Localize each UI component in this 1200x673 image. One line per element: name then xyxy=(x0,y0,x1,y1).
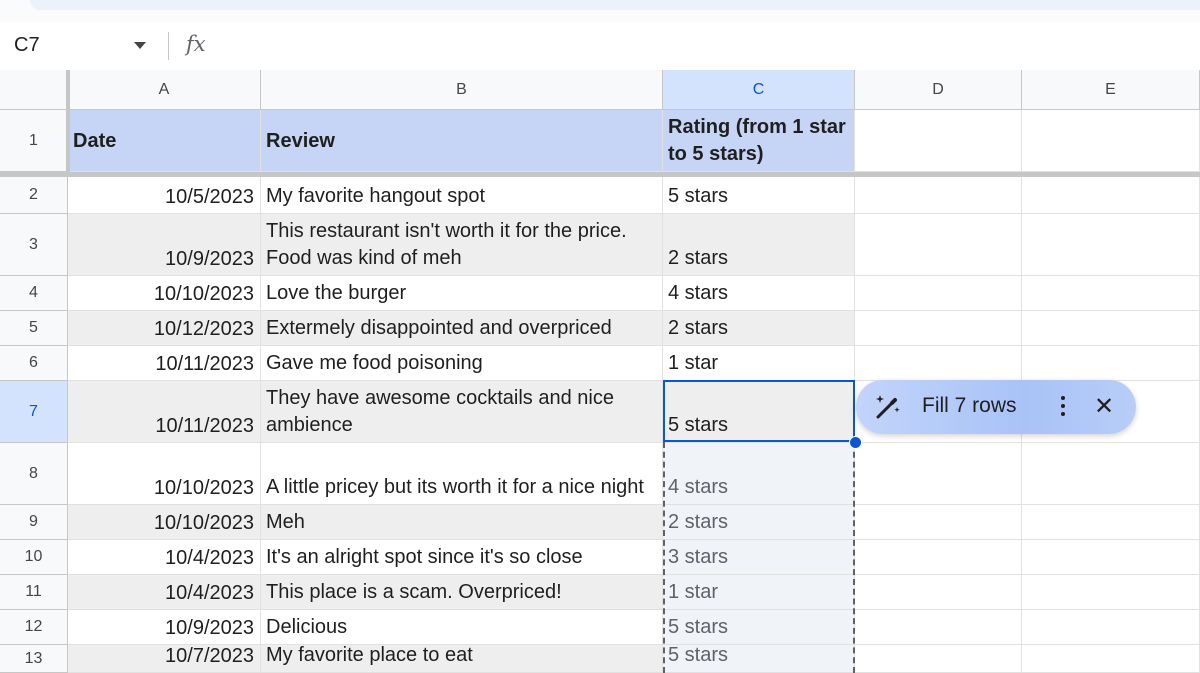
row-header-12[interactable]: 12 xyxy=(0,610,68,645)
cell-d2[interactable] xyxy=(855,177,1022,214)
rating-cell[interactable]: 4 stars xyxy=(663,276,855,311)
rating-cell[interactable]: 5 stars xyxy=(663,610,855,645)
cell-e12[interactable] xyxy=(1022,610,1200,645)
date-cell[interactable]: 10/10/2023 xyxy=(68,443,261,505)
date-cell[interactable]: 10/4/2023 xyxy=(68,575,261,610)
rating-cell[interactable]: 5 stars xyxy=(663,645,855,673)
row-header-4[interactable]: 4 xyxy=(0,276,68,311)
active-cell-selection[interactable] xyxy=(663,380,855,442)
magic-wand-icon xyxy=(876,395,900,419)
date-cell[interactable]: 10/4/2023 xyxy=(68,540,261,575)
date-cell[interactable]: 10/9/2023 xyxy=(68,214,261,276)
review-cell[interactable]: My favorite place to eat xyxy=(261,645,663,673)
date-cell[interactable]: 10/7/2023 xyxy=(68,645,261,673)
row-header-3[interactable]: 3 xyxy=(0,214,68,276)
rating-cell[interactable]: 4 stars xyxy=(663,443,855,505)
date-cell[interactable]: 10/9/2023 xyxy=(68,610,261,645)
cell-d4[interactable] xyxy=(855,276,1022,311)
cell-d8[interactable] xyxy=(855,443,1022,505)
rating-cell[interactable]: 1 star xyxy=(663,346,855,381)
rating-cell[interactable]: 1 star xyxy=(663,575,855,610)
cell-e9[interactable] xyxy=(1022,505,1200,540)
review-cell[interactable]: Extermely disappointed and overpriced xyxy=(261,311,663,346)
row-header-9[interactable]: 9 xyxy=(0,505,68,540)
review-cell[interactable]: My favorite hangout spot xyxy=(261,177,663,214)
cell-d9[interactable] xyxy=(855,505,1022,540)
date-cell[interactable]: 10/11/2023 xyxy=(68,381,261,443)
row-header-8[interactable]: 8 xyxy=(0,443,68,505)
cell-e4[interactable] xyxy=(1022,276,1200,311)
cell-e3[interactable] xyxy=(1022,214,1200,276)
select-all-corner[interactable] xyxy=(0,70,68,110)
row-header-1[interactable]: 1 xyxy=(0,110,68,172)
cell-e2[interactable] xyxy=(1022,177,1200,214)
review-cell[interactable]: This restaurant isn't worth it for the p… xyxy=(261,214,663,276)
row-header-13[interactable]: 13 xyxy=(0,645,68,673)
date-cell[interactable]: 10/11/2023 xyxy=(68,346,261,381)
review-cell[interactable]: A little pricey but its worth it for a n… xyxy=(261,443,663,505)
cell-e11[interactable] xyxy=(1022,575,1200,610)
date-cell[interactable]: 10/10/2023 xyxy=(68,505,261,540)
rating-cell[interactable]: 2 stars xyxy=(663,214,855,276)
row-header-6[interactable]: 6 xyxy=(0,346,68,381)
frozen-row-divider[interactable] xyxy=(0,172,1200,177)
review-cell[interactable]: Gave me food poisoning xyxy=(261,346,663,381)
header-date[interactable]: Date xyxy=(68,110,261,172)
cell-d6[interactable] xyxy=(855,346,1022,381)
review-cell[interactable]: It's an alright spot since it's so close xyxy=(261,540,663,575)
cell-d12[interactable] xyxy=(855,610,1022,645)
review-cell[interactable]: Meh xyxy=(261,505,663,540)
cell-e1[interactable] xyxy=(1022,110,1200,172)
review-cell[interactable]: Delicious xyxy=(261,610,663,645)
rating-cell[interactable]: 2 stars xyxy=(663,311,855,346)
review-cell[interactable]: Love the burger xyxy=(261,276,663,311)
rating-cell[interactable]: 2 stars xyxy=(663,505,855,540)
header-rating[interactable]: Rating (from 1 star to 5 stars) xyxy=(663,110,855,172)
rating-cell[interactable]: 5 stars xyxy=(663,177,855,214)
column-header-d[interactable]: D xyxy=(855,70,1022,110)
more-vert-icon[interactable] xyxy=(1060,392,1066,422)
close-icon[interactable]: ✕ xyxy=(1094,395,1114,419)
cell-e6[interactable] xyxy=(1022,346,1200,381)
column-header-b[interactable]: B xyxy=(261,70,663,110)
column-header-e[interactable]: E xyxy=(1022,70,1200,110)
row-header-7[interactable]: 7 xyxy=(0,381,68,443)
review-cell[interactable]: They have awesome cocktails and nice amb… xyxy=(261,381,663,443)
date-cell[interactable]: 10/12/2023 xyxy=(68,311,261,346)
rating-cell[interactable]: 3 stars xyxy=(663,540,855,575)
fill-rows-button[interactable]: Fill 7 rows xyxy=(922,394,1017,418)
cell-e5[interactable] xyxy=(1022,311,1200,346)
frozen-column-divider[interactable] xyxy=(66,70,70,172)
date-cell[interactable]: 10/10/2023 xyxy=(68,276,261,311)
row-header-5[interactable]: 5 xyxy=(0,311,68,346)
cell-d13[interactable] xyxy=(855,645,1022,673)
cell-e8[interactable] xyxy=(1022,443,1200,505)
spreadsheet-grid: A B C D E 1 Date Review Rating (from 1 star to 5… xyxy=(0,0,1200,673)
date-cell[interactable]: 10/5/2023 xyxy=(68,177,261,214)
cell-d11[interactable] xyxy=(855,575,1022,610)
cell-d10[interactable] xyxy=(855,540,1022,575)
cell-d1[interactable] xyxy=(855,110,1022,172)
row-header-11[interactable]: 11 xyxy=(0,575,68,610)
review-cell[interactable]: This place is a scam. Overpriced! xyxy=(261,575,663,610)
row-header-2[interactable]: 2 xyxy=(0,177,68,214)
fill-preview-border-left xyxy=(663,442,665,673)
cell-d5[interactable] xyxy=(855,311,1022,346)
smart-fill-chip[interactable]: Fill 7 rows ✕ xyxy=(856,380,1136,434)
row-header-10[interactable]: 10 xyxy=(0,540,68,575)
column-header-c[interactable]: C xyxy=(663,70,855,110)
column-header-a[interactable]: A xyxy=(68,70,261,110)
header-review[interactable]: Review xyxy=(261,110,663,172)
fill-handle[interactable] xyxy=(849,436,862,449)
cell-e10[interactable] xyxy=(1022,540,1200,575)
cell-d3[interactable] xyxy=(855,214,1022,276)
fill-preview-border-right xyxy=(853,442,855,673)
cell-e13[interactable] xyxy=(1022,645,1200,673)
